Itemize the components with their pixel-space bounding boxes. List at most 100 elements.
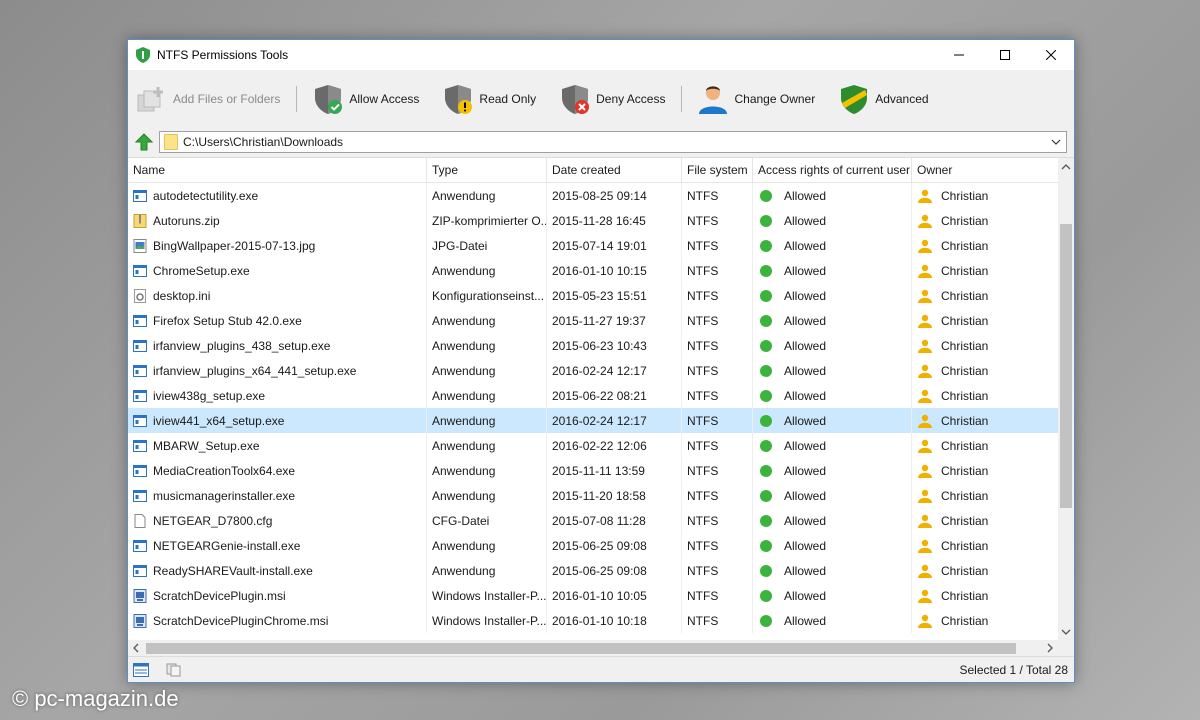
access-rights-cell[interactable]: Allowed	[753, 583, 912, 608]
read-only-button[interactable]: Read Only	[441, 77, 536, 121]
add-files-button[interactable]: Add Files or Folders	[135, 77, 280, 121]
owner-cell[interactable]: Christian	[912, 533, 1058, 558]
scroll-down-icon[interactable]	[1061, 627, 1071, 637]
file-system-cell[interactable]: NTFS	[682, 608, 753, 633]
table-row[interactable]: Autoruns.zip ZIP-komprimierter O... 2015-1…	[128, 208, 1074, 233]
table-row[interactable]: autodetectutility.exe Anwendung 2015-08-25…	[128, 183, 1074, 208]
access-rights-cell[interactable]: Allowed	[753, 183, 912, 208]
date-created-cell[interactable]: 2015-11-27 19:37	[547, 308, 682, 333]
access-rights-cell[interactable]: Allowed	[753, 458, 912, 483]
date-created-cell[interactable]: 2015-08-25 09:14	[547, 183, 682, 208]
access-rights-cell[interactable]: Allowed	[753, 408, 912, 433]
file-system-cell[interactable]: NTFS	[682, 183, 753, 208]
column-header-access[interactable]: Access rights of current user	[753, 158, 912, 182]
file-name-cell[interactable]: iview438g_setup.exe	[128, 383, 427, 408]
file-system-cell[interactable]: NTFS	[682, 408, 753, 433]
owner-cell[interactable]: Christian	[912, 283, 1058, 308]
table-row[interactable]: iview441_x64_setup.exe Anwendung 2016-02-2…	[128, 408, 1074, 433]
deny-access-button[interactable]: Deny Access	[558, 77, 665, 121]
scroll-up-icon[interactable]	[1061, 162, 1071, 172]
file-system-cell[interactable]: NTFS	[682, 483, 753, 508]
date-created-cell[interactable]: 2015-06-22 08:21	[547, 383, 682, 408]
file-name-cell[interactable]: BingWallpaper-2015-07-13.jpg	[128, 233, 427, 258]
file-name-cell[interactable]: iview441_x64_setup.exe	[128, 408, 427, 433]
date-created-cell[interactable]: 2015-07-08 11:28	[547, 508, 682, 533]
column-header-owner[interactable]: Owner	[912, 158, 1058, 182]
file-system-cell[interactable]: NTFS	[682, 308, 753, 333]
column-header-date[interactable]: Date created	[547, 158, 682, 182]
table-row[interactable]: Firefox Setup Stub 42.0.exe Anwendung 2015…	[128, 308, 1074, 333]
access-rights-cell[interactable]: Allowed	[753, 383, 912, 408]
owner-cell[interactable]: Christian	[912, 408, 1058, 433]
file-system-cell[interactable]: NTFS	[682, 533, 753, 558]
file-system-cell[interactable]: NTFS	[682, 558, 753, 583]
file-type-cell[interactable]: Anwendung	[427, 558, 547, 583]
owner-cell[interactable]: Christian	[912, 183, 1058, 208]
file-system-cell[interactable]: NTFS	[682, 383, 753, 408]
file-type-cell[interactable]: Anwendung	[427, 333, 547, 358]
horizontal-scrollbar[interactable]	[128, 640, 1058, 657]
horizontal-scroll-thumb[interactable]	[146, 643, 1016, 654]
table-row[interactable]: MBARW_Setup.exe Anwendung 2016-02-22 12:06…	[128, 433, 1074, 458]
file-system-cell[interactable]: NTFS	[682, 283, 753, 308]
owner-cell[interactable]: Christian	[912, 383, 1058, 408]
date-created-cell[interactable]: 2016-02-24 12:17	[547, 358, 682, 383]
access-rights-cell[interactable]: Allowed	[753, 308, 912, 333]
owner-cell[interactable]: Christian	[912, 508, 1058, 533]
owner-cell[interactable]: Christian	[912, 308, 1058, 333]
file-type-cell[interactable]: ZIP-komprimierter O...	[427, 208, 547, 233]
owner-cell[interactable]: Christian	[912, 333, 1058, 358]
owner-cell[interactable]: Christian	[912, 433, 1058, 458]
details-view-icon[interactable]	[133, 662, 149, 677]
file-type-cell[interactable]: Anwendung	[427, 358, 547, 383]
file-name-cell[interactable]: ReadySHAREVault-install.exe	[128, 558, 427, 583]
file-system-cell[interactable]: NTFS	[682, 358, 753, 383]
date-created-cell[interactable]: 2015-07-14 19:01	[547, 233, 682, 258]
close-button[interactable]	[1028, 40, 1074, 70]
date-created-cell[interactable]: 2016-02-24 12:17	[547, 408, 682, 433]
copy-icon[interactable]	[166, 663, 182, 677]
table-row[interactable]: ScratchDevicePluginChrome.msi Windows Ins…	[128, 608, 1074, 633]
change-owner-button[interactable]: Change Owner	[696, 77, 815, 121]
access-rights-cell[interactable]: Allowed	[753, 533, 912, 558]
access-rights-cell[interactable]: Allowed	[753, 283, 912, 308]
access-rights-cell[interactable]: Allowed	[753, 483, 912, 508]
date-created-cell[interactable]: 2015-06-25 09:08	[547, 558, 682, 583]
scroll-left-icon[interactable]	[131, 643, 141, 653]
file-name-cell[interactable]: NETGEAR_D7800.cfg	[128, 508, 427, 533]
date-created-cell[interactable]: 2015-05-23 15:51	[547, 283, 682, 308]
file-name-cell[interactable]: MediaCreationToolx64.exe	[128, 458, 427, 483]
table-row[interactable]: musicmanagerinstaller.exe Anwendung 2015-1…	[128, 483, 1074, 508]
allow-access-button[interactable]: Allow Access	[311, 77, 419, 121]
file-type-cell[interactable]: Anwendung	[427, 383, 547, 408]
owner-cell[interactable]: Christian	[912, 358, 1058, 383]
table-row[interactable]: NETGEAR_D7800.cfg CFG-Datei 2015-07-08 11:…	[128, 508, 1074, 533]
owner-cell[interactable]: Christian	[912, 558, 1058, 583]
file-name-cell[interactable]: irfanview_plugins_x64_441_setup.exe	[128, 358, 427, 383]
file-type-cell[interactable]: Konfigurationseinst...	[427, 283, 547, 308]
table-row[interactable]: MediaCreationToolx64.exe Anwendung 2015-11…	[128, 458, 1074, 483]
file-type-cell[interactable]: Anwendung	[427, 308, 547, 333]
access-rights-cell[interactable]: Allowed	[753, 258, 912, 283]
date-created-cell[interactable]: 2016-01-10 10:18	[547, 608, 682, 633]
access-rights-cell[interactable]: Allowed	[753, 608, 912, 633]
table-row[interactable]: desktop.ini Konfigurationseinst... 2015-05…	[128, 283, 1074, 308]
file-type-cell[interactable]: Anwendung	[427, 533, 547, 558]
owner-cell[interactable]: Christian	[912, 258, 1058, 283]
file-name-cell[interactable]: desktop.ini	[128, 283, 427, 308]
table-row[interactable]: irfanview_plugins_438_setup.exe Anwendung…	[128, 333, 1074, 358]
owner-cell[interactable]: Christian	[912, 233, 1058, 258]
file-system-cell[interactable]: NTFS	[682, 333, 753, 358]
file-type-cell[interactable]: JPG-Datei	[427, 233, 547, 258]
file-name-cell[interactable]: autodetectutility.exe	[128, 183, 427, 208]
file-system-cell[interactable]: NTFS	[682, 233, 753, 258]
date-created-cell[interactable]: 2016-01-10 10:15	[547, 258, 682, 283]
file-name-cell[interactable]: NETGEARGenie-install.exe	[128, 533, 427, 558]
maximize-button[interactable]	[982, 40, 1028, 70]
table-row[interactable]: irfanview_plugins_x64_441_setup.exe Anwen…	[128, 358, 1074, 383]
file-name-cell[interactable]: Autoruns.zip	[128, 208, 427, 233]
owner-cell[interactable]: Christian	[912, 583, 1058, 608]
file-system-cell[interactable]: NTFS	[682, 508, 753, 533]
file-type-cell[interactable]: Anwendung	[427, 183, 547, 208]
access-rights-cell[interactable]: Allowed	[753, 433, 912, 458]
